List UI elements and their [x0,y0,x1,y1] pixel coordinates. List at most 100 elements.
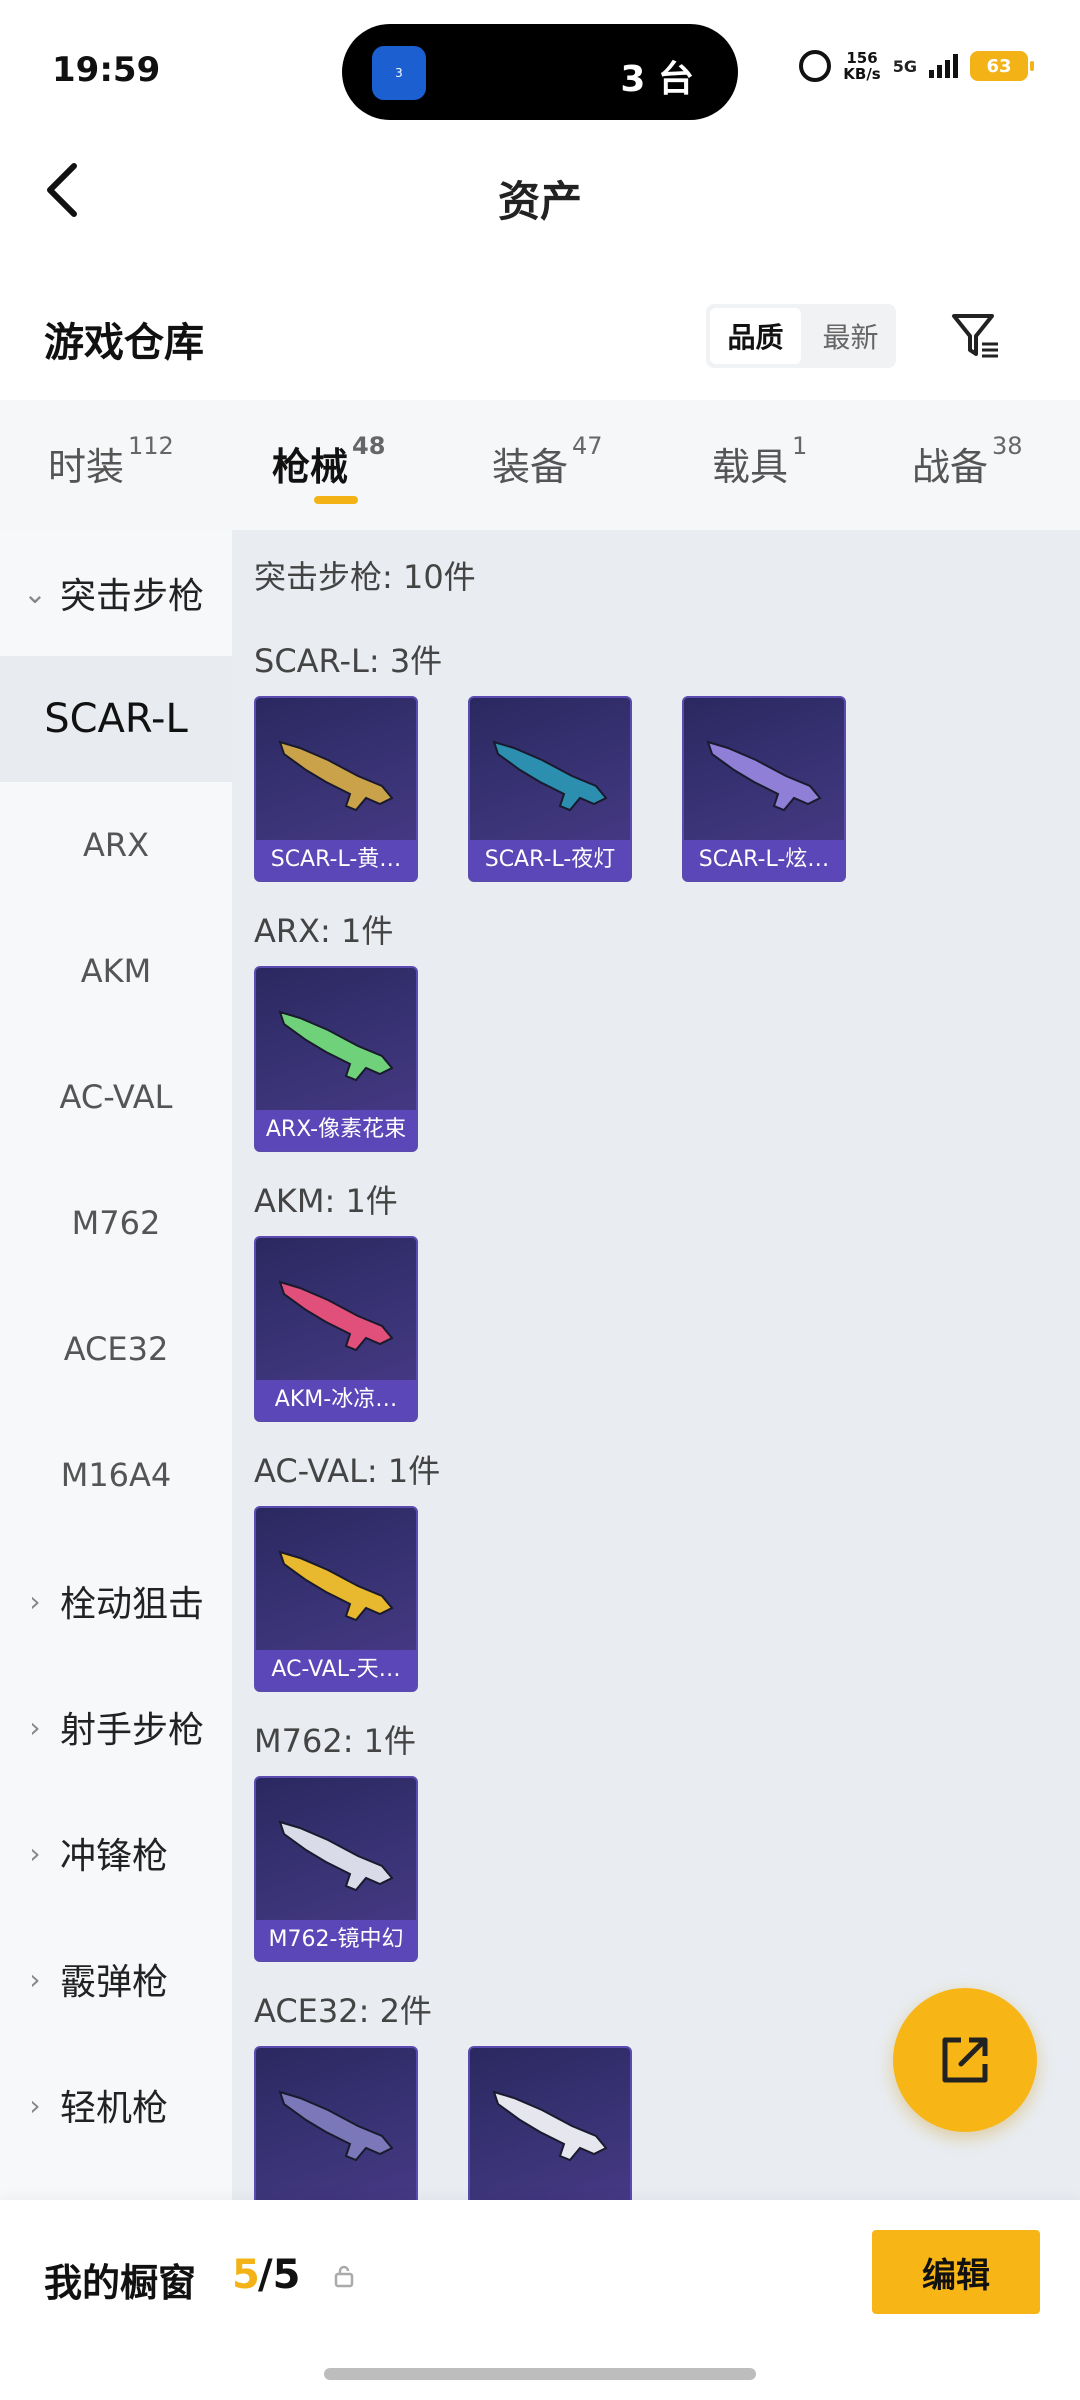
tab-supplies[interactable]: 战备 38 [912,432,1023,491]
rifle-icon [492,2090,608,2162]
rifle-icon [278,1820,394,1892]
lock-icon [334,2265,354,2288]
sidebar-item-label: M16A4 [60,1456,172,1494]
filter-button[interactable] [948,308,1004,364]
tab-count: 112 [128,432,174,460]
showcase-label: 我的橱窗 [44,2261,197,2305]
sidebar-item-label: 射手步枪 [60,1710,205,1751]
assets-page: 19:59 3 3 台 156 KB/s 5G 63 资产 游戏仓库 品质 最新… [0,0,1080,2400]
chevron-right-icon: › [29,2088,41,2122]
tab-firearms[interactable]: 枪械 48 [272,432,385,491]
sort-quality-option[interactable]: 品质 [710,308,801,364]
weapon-card[interactable] [254,2046,418,2200]
weapon-card-label: SCAR-L-夜灯 [470,840,630,880]
sidebar-group-lmg[interactable]: › 轻机枪 [0,2042,232,2168]
alarm-icon [799,50,832,82]
weapon-grid: 突击步枪: 10件 SCAR-L: 3件 SCAR-L-黄… SCAR-L-夜灯… [232,530,1080,2200]
tab-vehicles[interactable]: 载具 1 [712,432,807,491]
sidebar-group-bolt-sniper[interactable]: › 栓动狙击 [0,1538,232,1664]
weapon-type-sidebar: ⌄ 突击步枪 SCAR-L ARX AKM AC-VAL M762 ACE32 … [0,530,232,2200]
sidebar-item-label: 突击步枪 [60,576,205,617]
rifle-icon [492,740,608,812]
active-tab-indicator [314,496,358,504]
sidebar-item-label: 轻机枪 [60,2088,169,2129]
network-type: 5G [892,56,917,76]
sidebar-group-shotgun[interactable]: › 霰弹枪 [0,1916,232,2042]
share-external-icon [942,2037,988,2083]
showcase-count-total: /5 [258,2252,301,2298]
chevron-right-icon: › [29,1962,41,1996]
sidebar-item-ace32[interactable]: ACE32 [0,1286,232,1412]
group-title: AC-VAL: 1件 [254,1452,441,1490]
weapon-card[interactable]: AC-VAL-天… [254,1506,418,1692]
home-indicator[interactable] [324,2368,756,2380]
tab-count: 48 [352,432,386,460]
status-bar: 19:59 3 3 台 156 KB/s 5G 63 [0,0,1080,140]
group-title: AKM: 1件 [254,1182,398,1220]
chevron-right-icon: › [29,1710,41,1744]
rifle-icon [278,740,394,812]
sidebar-item-scar-l[interactable]: SCAR-L [0,656,232,782]
rifle-icon [278,1550,394,1622]
weapon-card[interactable]: M762-镜中幻 [254,1776,418,1962]
tab-fashion[interactable]: 时装 112 [48,432,174,491]
category-summary: 突击步枪: 10件 [254,558,476,596]
tab-equipment[interactable]: 装备 47 [492,432,603,491]
sort-newest-option[interactable]: 最新 [805,304,896,368]
live-activity-app-icon: 3 [372,46,426,100]
tab-label: 战备 [912,445,989,489]
group-title: M762: 1件 [254,1722,417,1760]
warehouse-header: 游戏仓库 品质 最新 [0,300,1080,380]
weapon-card-label: AKM-冰凉… [256,1380,416,1420]
island-badge: 3 [395,66,403,80]
sidebar-group-smg[interactable]: › 冲锋枪 [0,1790,232,1916]
weapon-card-label: AC-VAL-天… [256,1650,416,1690]
category-tabs: 时装 112 枪械 48 装备 47 载具 1 战备 38 [0,400,1080,530]
sidebar-item-label: M762 [71,1204,161,1242]
filter-icon [952,314,998,358]
rifle-icon [278,1010,394,1082]
chevron-down-icon: ⌄ [23,576,47,610]
section-title: 游戏仓库 [44,320,204,366]
sidebar-item-label: AKM [80,952,152,990]
sidebar-group-marksman-rifle[interactable]: › 射手步枪 [0,1664,232,1790]
group-title: ARX: 1件 [254,912,394,950]
sidebar-item-ac-val[interactable]: AC-VAL [0,1034,232,1160]
status-time: 19:59 [52,50,161,90]
chevron-right-icon: › [29,1836,41,1870]
sidebar-item-akm[interactable]: AKM [0,908,232,1034]
edit-button[interactable]: 编辑 [872,2230,1040,2314]
weapon-card[interactable]: SCAR-L-黄… [254,696,418,882]
nav-header: 资产 [0,140,1080,240]
weapon-card[interactable]: SCAR-L-炫… [682,696,846,882]
sidebar-item-label: 冲锋枪 [60,1836,169,1877]
chevron-right-icon: › [29,1584,41,1618]
island-text: 3 台 [620,59,694,100]
rifle-icon [278,2090,394,2162]
sidebar-item-label: AC-VAL [59,1078,173,1116]
sidebar-item-arx[interactable]: ARX [0,782,232,908]
sidebar-item-label: 栓动狙击 [60,1584,205,1625]
weapon-card-label: SCAR-L-黄… [256,840,416,880]
dynamic-island[interactable]: 3 3 台 [342,24,738,120]
rifle-icon [278,1280,394,1352]
sidebar-item-m16a4[interactable]: M16A4 [0,1412,232,1538]
sidebar-item-label: ACE32 [63,1330,169,1368]
tab-label: 载具 [712,445,789,489]
sidebar-item-label: 霰弹枪 [60,1962,169,2003]
weapon-card[interactable]: ARX-像素花束 [254,966,418,1152]
status-icons: 156 KB/s 5G 63 [799,50,1034,82]
group-title: ACE32: 2件 [254,1992,432,2030]
sidebar-item-m762[interactable]: M762 [0,1160,232,1286]
weapon-card[interactable]: AKM-冰凉… [254,1236,418,1422]
rifle-icon [706,740,822,812]
tab-count: 47 [572,432,603,460]
sidebar-group-assault-rifle[interactable]: ⌄ 突击步枪 [0,530,232,656]
signal-icon [929,54,958,78]
share-button[interactable] [893,1988,1037,2132]
tab-label: 装备 [492,445,569,489]
weapon-card[interactable]: SCAR-L-夜灯 [468,696,632,882]
weapon-card[interactable] [468,2046,632,2200]
battery-icon: 63 [970,51,1034,81]
weapon-card-label: SCAR-L-炫… [684,840,844,880]
